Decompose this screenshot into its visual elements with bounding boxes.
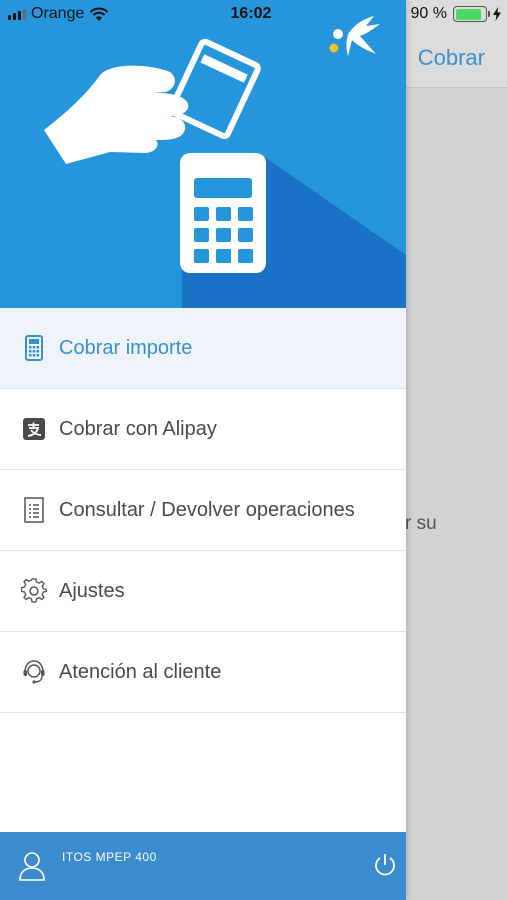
background-nav-title[interactable]: Cobrar: [418, 45, 485, 71]
drawer-footer: ITOS MPEP 400: [0, 832, 406, 900]
background-partial-text: r su: [405, 513, 437, 534]
drawer-hero: [0, 0, 406, 308]
headset-icon: [21, 659, 47, 685]
menu-item-consultar-devolver[interactable]: Consultar / Devolver operaciones: [0, 470, 406, 551]
alipay-icon: [21, 416, 47, 442]
document-list-icon: [21, 497, 47, 523]
user-icon[interactable]: [19, 851, 45, 881]
drawer-menu: Cobrar importe Cobrar con Alipay Consult…: [0, 308, 406, 713]
menu-item-label: Atención al cliente: [59, 660, 222, 683]
status-bar: Orange 16:02 90 %: [0, 0, 507, 30]
device-name: ITOS MPEP 400: [62, 850, 157, 864]
gear-icon: [21, 578, 47, 604]
menu-item-atencion-cliente[interactable]: Atención al cliente: [0, 632, 406, 713]
menu-item-ajustes[interactable]: Ajustes: [0, 551, 406, 632]
menu-item-cobrar-importe[interactable]: Cobrar importe: [0, 308, 406, 389]
menu-item-label: Cobrar con Alipay: [59, 417, 217, 440]
pos-terminal-icon: [21, 335, 47, 361]
charging-bolt-icon: [493, 7, 501, 21]
navigation-drawer: Cobrar importe Cobrar con Alipay Consult…: [0, 0, 406, 900]
battery-icon: [453, 6, 490, 22]
battery-percent: 90 %: [410, 5, 447, 22]
menu-item-label: Consultar / Devolver operaciones: [59, 498, 355, 521]
power-icon[interactable]: [374, 853, 396, 877]
menu-item-label: Cobrar importe: [59, 336, 193, 359]
menu-item-cobrar-alipay[interactable]: Cobrar con Alipay: [0, 389, 406, 470]
menu-item-label: Ajustes: [59, 579, 125, 602]
